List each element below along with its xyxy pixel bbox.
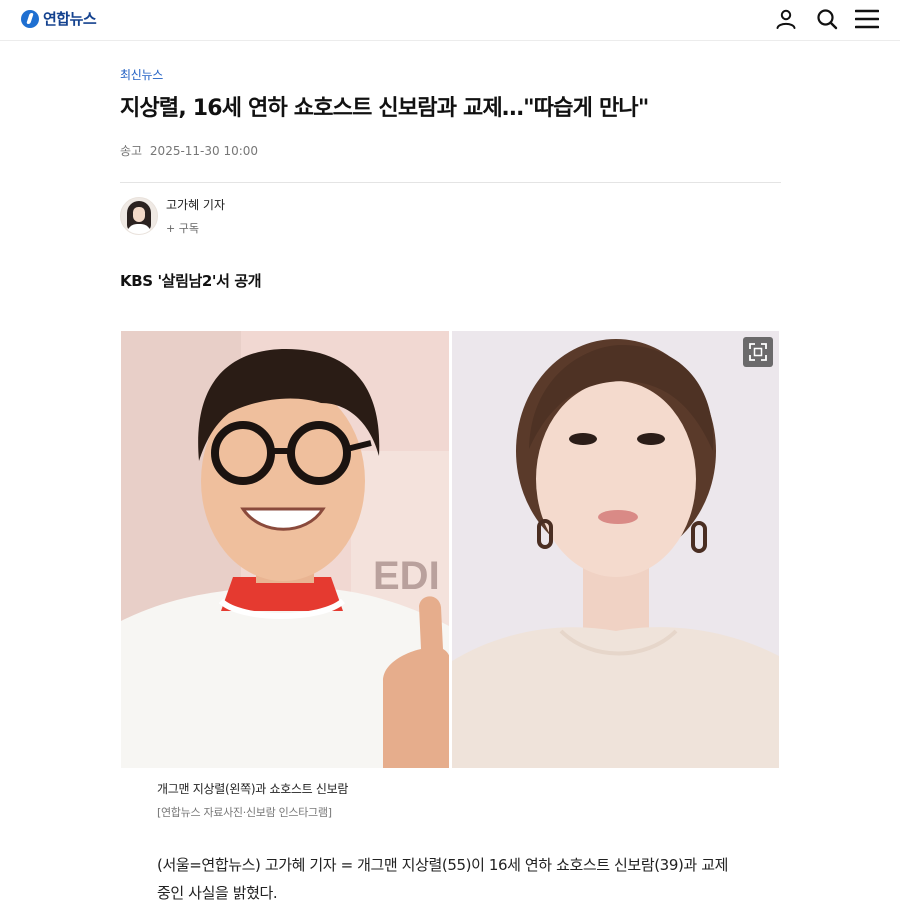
- menu-icon[interactable]: [855, 7, 879, 31]
- expand-photo-button[interactable]: [743, 337, 773, 367]
- logo-text: 연합뉴스: [43, 10, 97, 28]
- article-title: 지상렬, 16세 연하 쇼호스트 신보람과 교제…"따습게 만나": [120, 96, 649, 121]
- user-icon[interactable]: [774, 7, 798, 31]
- article-subheading: KBS '살림남2'서 공개: [120, 272, 262, 290]
- photo-credit: [연합뉴스 자료사진·신보람 인스타그램]: [157, 806, 332, 819]
- right-photo-panel: [452, 331, 779, 768]
- article-dateline: 송고 2025-11-30 10:00: [120, 142, 262, 159]
- expand-icon: [749, 343, 767, 361]
- site-header: 연합뉴스: [0, 0, 900, 41]
- date-label: 송고: [120, 144, 143, 158]
- article-photo[interactable]: EDI: [121, 331, 779, 768]
- reporter-block: 고가혜 기자 + 구독: [120, 196, 225, 236]
- article-body: (서울=연합뉴스) 고가혜 기자 = 개그맨 지상렬(55)이 16세 연하 쇼…: [157, 851, 757, 907]
- search-icon[interactable]: [815, 7, 839, 31]
- logo-mark-icon: [21, 9, 39, 28]
- body-line: 중인 사실을 밝혔다.: [157, 884, 278, 902]
- divider: [120, 182, 781, 183]
- left-photo-panel: EDI: [121, 331, 453, 768]
- svg-text:EDI: EDI: [373, 554, 440, 598]
- site-logo[interactable]: 연합뉴스: [21, 8, 97, 29]
- photo-caption: 개그맨 지상렬(왼쪽)과 쇼호스트 신보람: [157, 782, 349, 796]
- reporter-name[interactable]: 고가혜 기자: [166, 196, 225, 213]
- date-value: 2025-11-30 10:00: [149, 144, 259, 158]
- body-line: (서울=연합뉴스) 고가혜 기자 = 개그맨 지상렬(55)이 16세 연하 쇼…: [157, 856, 728, 874]
- reporter-avatar[interactable]: [120, 197, 158, 235]
- subscribe-button[interactable]: + 구독: [166, 222, 199, 235]
- article-category[interactable]: 최신뉴스: [120, 66, 163, 83]
